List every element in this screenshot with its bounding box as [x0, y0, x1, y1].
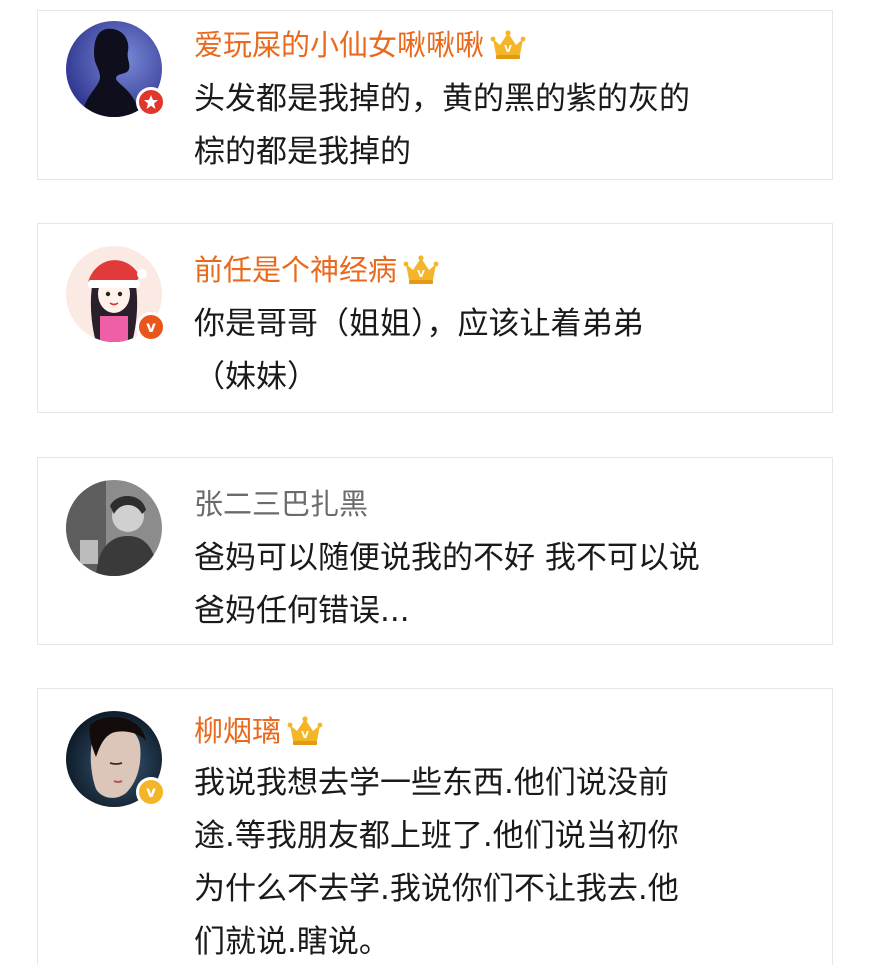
username[interactable]: 爱玩屎的小仙女啾啾啾 — [194, 27, 484, 63]
vip-crown-icon: V — [403, 255, 439, 284]
username-row: 爱玩屎的小仙女啾啾啾 V — [194, 27, 526, 63]
comment-card: 张二三巴扎黑 爸妈可以随便说我的不好 我不可以说 爸妈任何错误... — [37, 457, 833, 645]
comment-text: 你是哥哥（姐姐），应该让着弟弟 （妹妹） — [194, 306, 644, 395]
comment-text: 头发都是我掉的，黄的黑的紫的灰的 棕的都是我掉的 — [194, 81, 690, 170]
comment-text: 爸妈可以随便说我的不好 我不可以说 爸妈任何错误... — [194, 540, 700, 629]
star-icon — [144, 95, 158, 109]
username[interactable]: 柳烟璃 — [194, 713, 281, 749]
vip-crown-icon: V — [490, 30, 526, 59]
svg-text:V: V — [504, 44, 512, 55]
username-row: 张二三巴扎黑 — [194, 486, 368, 522]
comment-card: v 前任是个神经病 V 你是哥哥（姐姐），应该让着弟弟 （妹妹） — [37, 223, 833, 413]
verified-gold-badge: v — [136, 777, 166, 807]
user-avatar[interactable] — [66, 480, 162, 576]
svg-text:V: V — [417, 269, 425, 280]
username-row: 柳烟璃 V — [194, 713, 323, 749]
svg-text:V: V — [301, 730, 309, 741]
comment-text: 我说我想去学一些东西.他们说没前 途.等我朋友都上班了.他们说当初你 为什么不去… — [194, 765, 679, 960]
grayscale-photo-avatar-image — [66, 480, 162, 576]
verified-orange-badge: v — [136, 312, 166, 342]
username[interactable]: 前任是个神经病 — [194, 252, 397, 288]
comment-card: v 柳烟璃 V 我说我想去学一些东西.他们说没前 途.等我朋友都上班了.他们说当… — [37, 688, 833, 965]
comment-card: 爱玩屎的小仙女啾啾啾 V 头发都是我掉的，黄的黑的紫的灰的 棕的都是我掉的 — [37, 10, 833, 180]
username[interactable]: 张二三巴扎黑 — [194, 486, 368, 522]
username-row: 前任是个神经病 V — [194, 252, 439, 288]
verified-red-badge — [136, 87, 166, 117]
v-icon: v — [146, 317, 156, 336]
vip-crown-icon: V — [287, 716, 323, 745]
v-icon: v — [146, 782, 156, 801]
